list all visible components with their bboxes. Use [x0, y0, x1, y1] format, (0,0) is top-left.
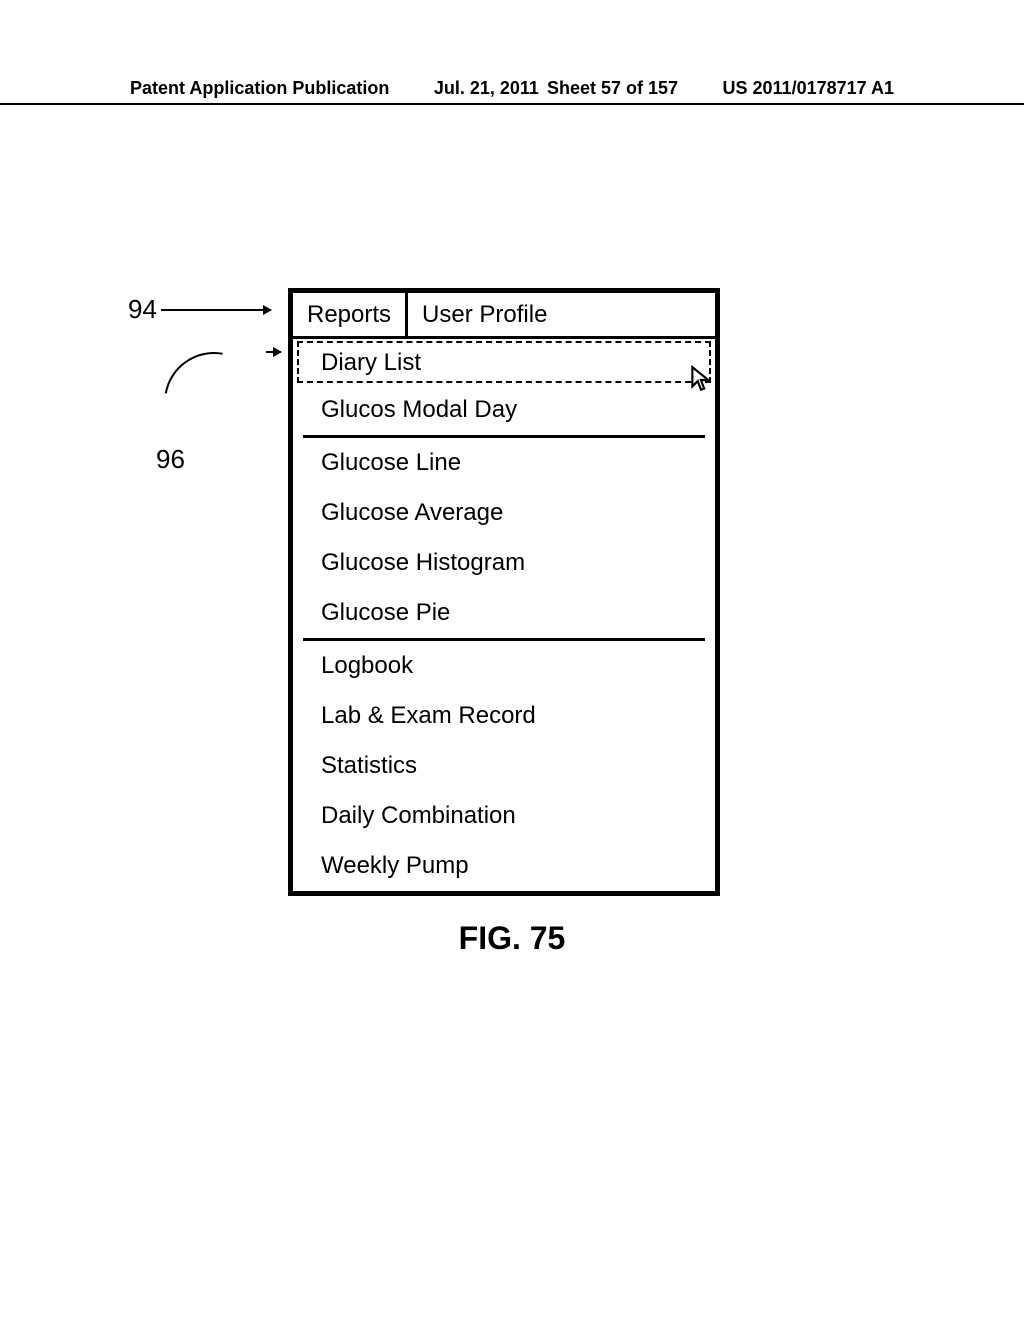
tab-reports-label: Reports	[307, 301, 391, 329]
menu-item-label: Weekly Pump	[321, 852, 469, 879]
menu-item-label: Logbook	[321, 652, 413, 679]
menu-item-daily-combination[interactable]: Daily Combination	[293, 791, 715, 841]
menu-item-logbook[interactable]: Logbook	[293, 641, 715, 691]
tab-user-profile[interactable]: User Profile	[408, 293, 561, 336]
menu-item-weekly-pump[interactable]: Weekly Pump	[293, 841, 715, 891]
callout-94: 94	[128, 294, 271, 325]
callout-94-arrow	[161, 309, 271, 311]
menu-item-glucose-average[interactable]: Glucose Average	[293, 488, 715, 538]
menu-item-glucose-pie[interactable]: Glucose Pie	[293, 588, 715, 638]
menu-item-label: Daily Combination	[321, 802, 516, 829]
menu-item-statistics[interactable]: Statistics	[293, 741, 715, 791]
menu-item-label: Lab & Exam Record	[321, 702, 536, 729]
menu-item-label: Glucos Modal Day	[321, 396, 517, 423]
callout-96-arrow	[266, 351, 281, 353]
publication-date: Jul. 21, 2011	[434, 78, 539, 99]
tab-row: Reports User Profile	[293, 293, 715, 339]
menu-item-glucos-modal-day[interactable]: Glucos Modal Day	[293, 385, 715, 435]
menu-item-label: Glucose Line	[321, 449, 461, 476]
sheet-label: Sheet 57 of 157	[547, 78, 678, 99]
menu-item-label: Glucose Average	[321, 499, 503, 526]
menu-item-label: Statistics	[321, 752, 417, 779]
cursor-pointer-icon	[689, 365, 715, 395]
menu-item-lab-exam-record[interactable]: Lab & Exam Record	[293, 691, 715, 741]
menu-item-label: Diary List	[321, 349, 421, 376]
publication-number: US 2011/0178717 A1	[723, 78, 894, 99]
menu-window: Reports User Profile Diary List Glucos M…	[288, 288, 720, 896]
publication-type: Patent Application Publication	[130, 78, 389, 99]
callout-96-number: 96	[156, 444, 185, 475]
menu-item-label: Glucose Pie	[321, 599, 450, 626]
patent-header: Patent Application Publication Jul. 21, …	[0, 78, 1024, 99]
header-divider	[0, 103, 1024, 105]
figure-caption: FIG. 75	[0, 920, 1024, 957]
tab-user-profile-label: User Profile	[422, 301, 547, 329]
menu-item-label: Glucose Histogram	[321, 549, 525, 576]
callout-94-number: 94	[128, 294, 157, 325]
menu-item-glucose-histogram[interactable]: Glucose Histogram	[293, 538, 715, 588]
header-middle: Jul. 21, 2011 Sheet 57 of 157	[434, 78, 678, 99]
menu-item-diary-list[interactable]: Diary List	[297, 341, 711, 383]
menu-item-glucose-line[interactable]: Glucose Line	[293, 438, 715, 488]
tab-reports[interactable]: Reports	[293, 293, 408, 336]
